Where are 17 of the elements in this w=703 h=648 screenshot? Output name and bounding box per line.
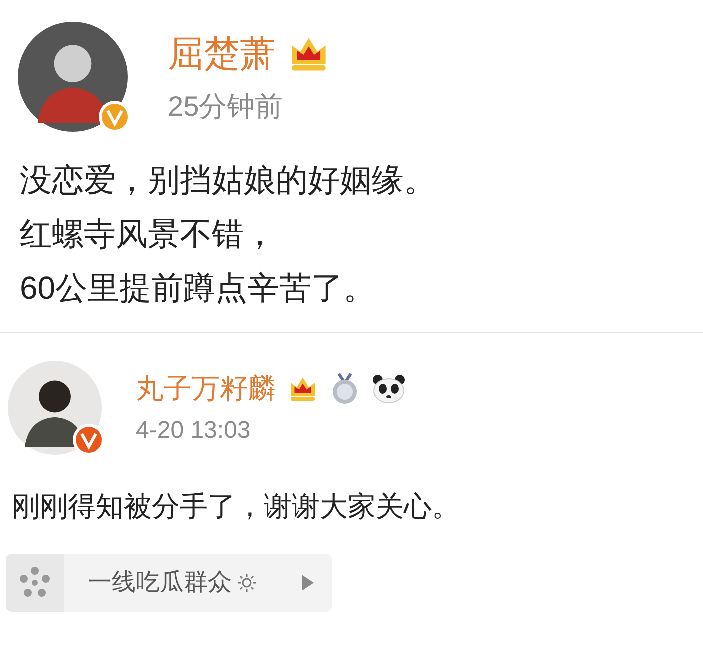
play-arrow-icon <box>302 575 314 591</box>
flower-icon <box>18 566 52 600</box>
medal-icon <box>330 373 360 405</box>
post-text: 刚刚得知被分手了，谢谢大家关心。 <box>12 490 461 524</box>
user-name[interactable]: 屈楚萧 <box>168 36 276 72</box>
user-name[interactable]: 丸子万籽麟 <box>136 375 276 403</box>
post-text: 60公里提前蹲点辛苦了。 <box>20 269 377 308</box>
post-time: 25分钟前 <box>168 93 284 121</box>
panda-icon <box>372 374 406 404</box>
sun-icon <box>238 574 256 592</box>
avatar-silhouette[interactable] <box>8 361 102 455</box>
post-time: 4-20 13:03 <box>136 419 252 443</box>
avatar-silhouette[interactable] <box>18 22 128 132</box>
post-text: 没恋爱，别挡姑娘的好姻缘。 <box>20 161 437 200</box>
post-text: 红螺寺风景不错， <box>20 215 277 254</box>
topic-label: 一线吃瓜群众 <box>88 571 232 595</box>
topic-card[interactable]: 一线吃瓜群众 <box>6 554 332 612</box>
